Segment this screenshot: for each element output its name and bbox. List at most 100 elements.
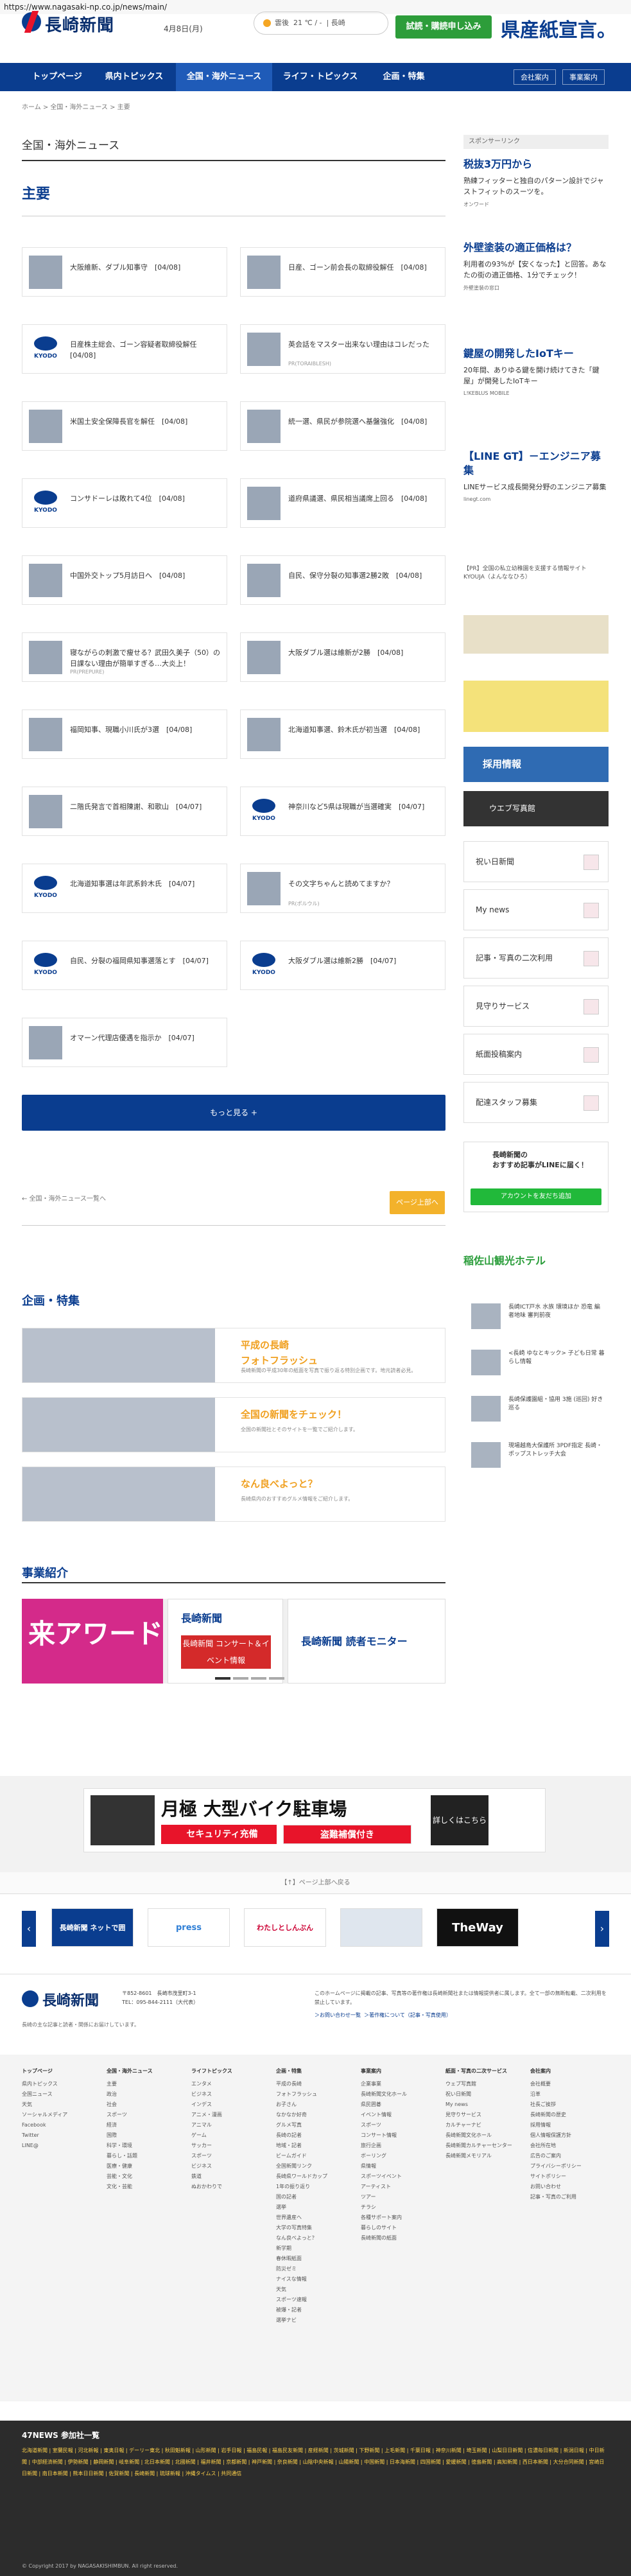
article-card[interactable]: 大阪ダブル選は維新2勝 [04/07]: [240, 941, 445, 990]
photo-gallery-banner[interactable]: ウエブ写真館: [463, 791, 609, 826]
sidebar-banner-ad[interactable]: [463, 681, 609, 732]
article-card[interactable]: 統一選、県民が参院選へ基盤強化 [04/08]: [240, 401, 445, 451]
footer-link[interactable]: 祝い日新聞: [445, 2089, 523, 2100]
line-promo[interactable]: 長崎新聞の おすすめ記事がLINEに届く！ アカウントを友だち追加: [463, 1142, 609, 1212]
partner-banner[interactable]: press: [148, 1908, 230, 1947]
footer-link[interactable]: インデス: [191, 2100, 268, 2110]
sponsored-ad[interactable]: 鍵屋の開発したIoTキー 20年間、ありゆる鍵を開け続けてきた「鍵屋」が開発した…: [463, 347, 609, 396]
footer-link[interactable]: 沿革: [530, 2089, 607, 2100]
partner-links[interactable]: 北海道新聞 | 室蘭民報 | 河北新報 | 東奥日報 | デーリー東北 | 秋田…: [22, 2445, 609, 2480]
nav-item-features[interactable]: 企画・特集: [368, 63, 439, 91]
footer-link[interactable]: ＞著作権について（記事・写真使用）: [364, 2012, 451, 2018]
footer-link[interactable]: アニマル: [191, 2120, 268, 2130]
footer-col-heading[interactable]: 事業案内: [361, 2066, 438, 2076]
footer-link[interactable]: 全国ニュース: [22, 2089, 99, 2100]
site-logo[interactable]: 長崎新聞: [22, 11, 150, 35]
article-card[interactable]: 道府県議選、県民相当議席上回る [04/08]: [240, 478, 445, 528]
article-card[interactable]: 自民、保守分裂の知事選2勝2敗 [04/08]: [240, 555, 445, 605]
sidebar-news-item[interactable]: <長崎 ゆなとキック> 子ども日常 暮らし情報: [463, 1346, 609, 1380]
article-card[interactable]: 北海道知事選、鈴木氏が初当選 [04/08]: [240, 709, 445, 759]
article-card[interactable]: 福岡知事、現職小川氏が3選 [04/08]: [22, 709, 227, 759]
footer-link[interactable]: 地域・記者: [276, 2141, 353, 2151]
footer-link[interactable]: 会社所在地: [530, 2141, 607, 2151]
footer-col-heading[interactable]: トップページ: [22, 2066, 99, 2076]
footer-link[interactable]: Facebook: [22, 2120, 99, 2130]
sidebar-button[interactable]: 記事・写真の二次利用: [463, 937, 609, 979]
footer-link[interactable]: LINE@: [22, 2141, 99, 2151]
footer-link[interactable]: お子さん: [276, 2100, 353, 2110]
footer-link[interactable]: 防災ゼミ: [276, 2264, 353, 2274]
footer-link[interactable]: 長崎新聞カルチャーセンター: [445, 2141, 523, 2151]
carousel-dots[interactable]: [215, 1673, 292, 1680]
footer-link[interactable]: 旅行企画: [361, 2141, 438, 2151]
footer-link[interactable]: ソーシャルメディア: [22, 2110, 99, 2120]
sidebar-button[interactable]: 祝い日新聞: [463, 841, 609, 882]
footer-link[interactable]: 天気: [22, 2100, 99, 2110]
footer-link[interactable]: 国の記者: [276, 2192, 353, 2202]
footer-link[interactable]: 新学期: [276, 2243, 353, 2254]
back-to-top-link[interactable]: 【↑】ページ上部へ戻る: [0, 1872, 631, 1894]
footer-link[interactable]: 天気: [276, 2284, 353, 2295]
footer-link[interactable]: ＞お問い合わせ一覧: [315, 2012, 361, 2018]
footer-link[interactable]: ビジネス: [191, 2161, 268, 2171]
partner-banner[interactable]: 長崎新聞 ネットで囲: [51, 1908, 134, 1947]
footer-link[interactable]: 個人情報保護方針: [530, 2130, 607, 2141]
footer-link[interactable]: なかなか好奇: [276, 2110, 353, 2120]
hotel-banner[interactable]: 稲佐山観光ホテル: [463, 1252, 609, 1271]
article-card[interactable]: 英会話をマスター出来ない理由はコレだった PR(TORAIBLESH): [240, 324, 445, 374]
footer-link[interactable]: スポーツ速報: [276, 2295, 353, 2305]
footer-link[interactable]: イベント情報: [361, 2110, 438, 2120]
bike-parking-ad[interactable]: 月極 大型バイク駐車場 セキュリティ充備 盗難補償付き 詳しくはこちら: [83, 1788, 546, 1852]
footer-link[interactable]: プライバシーポリシー: [530, 2161, 607, 2171]
footer-link[interactable]: 広告のご案内: [530, 2151, 607, 2161]
article-card[interactable]: その文字ちゃんと読めてますか？ PR(ポルウル): [240, 864, 445, 913]
footer-link[interactable]: 見守りサービス: [445, 2110, 523, 2120]
footer-link[interactable]: 長崎新聞文化ホール: [361, 2089, 438, 2100]
carousel-dot[interactable]: [269, 1677, 284, 1680]
sidebar-button[interactable]: 配達スタッフ募集: [463, 1082, 609, 1123]
footer-link[interactable]: フォトフラッシュ: [276, 2089, 353, 2100]
footer-link[interactable]: 長崎の記者: [276, 2130, 353, 2141]
footer-link[interactable]: 文化・芸能: [107, 2182, 184, 2192]
footer-link[interactable]: 採用情報: [530, 2120, 607, 2130]
more-button[interactable]: もっと見る +: [22, 1095, 445, 1131]
footer-link[interactable]: スポーツ: [107, 2110, 184, 2120]
footer-col-heading[interactable]: 紙面・写真の二次サービス: [445, 2066, 523, 2076]
sponsored-ad[interactable]: 【LINE GT】－エンジニア募集 LINEサービス成長開発分野のエンジニア募集…: [463, 449, 609, 502]
footer-link[interactable]: 芸能・文化: [107, 2171, 184, 2182]
partner-banner[interactable]: [340, 1908, 422, 1947]
footer-link[interactable]: 選挙: [276, 2202, 353, 2213]
sponsored-ad[interactable]: 外壁塗装の適正価格は？ 利用者の93%が【安くなった】と回答。あなたの街の適正価…: [463, 241, 609, 292]
footer-link[interactable]: 長崎新聞の紙面: [361, 2233, 438, 2243]
footer-link[interactable]: ツアー: [361, 2192, 438, 2202]
nav-item-national[interactable]: 全国・海外ニュース: [176, 63, 272, 91]
footer-link[interactable]: 各種サポート案内: [361, 2213, 438, 2223]
footer-link[interactable]: 政治: [107, 2089, 184, 2100]
footer-link[interactable]: 科学・環境: [107, 2141, 184, 2151]
article-card[interactable]: 神奈川など5県は現職が当選確実 [04/07]: [240, 787, 445, 836]
article-card[interactable]: オマーン代理店優遇を指示か [04/07]: [22, 1018, 227, 1067]
footer-link[interactable]: 医療・健康: [107, 2161, 184, 2171]
footer-link[interactable]: My news: [445, 2100, 523, 2110]
sponsored-ad[interactable]: 税抜3万円から 熟練フィッターと独自のパターン設計でジャストフィットのスーツを。…: [463, 157, 609, 208]
article-card[interactable]: コンサドーレは敗れて4位 [04/08]: [22, 478, 227, 528]
sidebar-button[interactable]: 見守りサービス: [463, 986, 609, 1027]
footer-col-heading[interactable]: 企画・特集: [276, 2066, 353, 2076]
to-top-button[interactable]: ページ上部へ: [390, 1191, 445, 1214]
footer-link[interactable]: 企業事業: [361, 2079, 438, 2089]
feature-card[interactable]: 全国の新聞をチェック！ 全国の新聞社とそのサイトを一覧でご紹介します。: [22, 1397, 445, 1452]
footer-link[interactable]: 社会: [107, 2100, 184, 2110]
footer-link[interactable]: 全国新聞リンク: [276, 2161, 353, 2171]
footer-link[interactable]: ナイスな情報: [276, 2274, 353, 2284]
weather-link[interactable]: 長崎: [331, 19, 345, 27]
nav-item-top[interactable]: トップページ: [22, 63, 92, 91]
footer-link[interactable]: なん良べよっと？: [276, 2233, 353, 2243]
article-card[interactable]: 日産、ゴーン前会長の取締役解任 [04/08]: [240, 247, 445, 297]
breadcrumb[interactable]: ホーム > 全国・海外ニュース > 主要: [22, 101, 130, 111]
footer-link[interactable]: 被爆・記者: [276, 2305, 353, 2315]
footer-link[interactable]: 鉄道: [191, 2171, 268, 2182]
footer-link[interactable]: 1年の振り返り: [276, 2182, 353, 2192]
weather-widget[interactable]: 雲後 21 ℃ / - | 長崎: [254, 12, 388, 35]
business-banner[interactable]: 来アワード: [22, 1599, 163, 1684]
footer-link[interactable]: 長崎新聞文化ホール: [445, 2130, 523, 2141]
